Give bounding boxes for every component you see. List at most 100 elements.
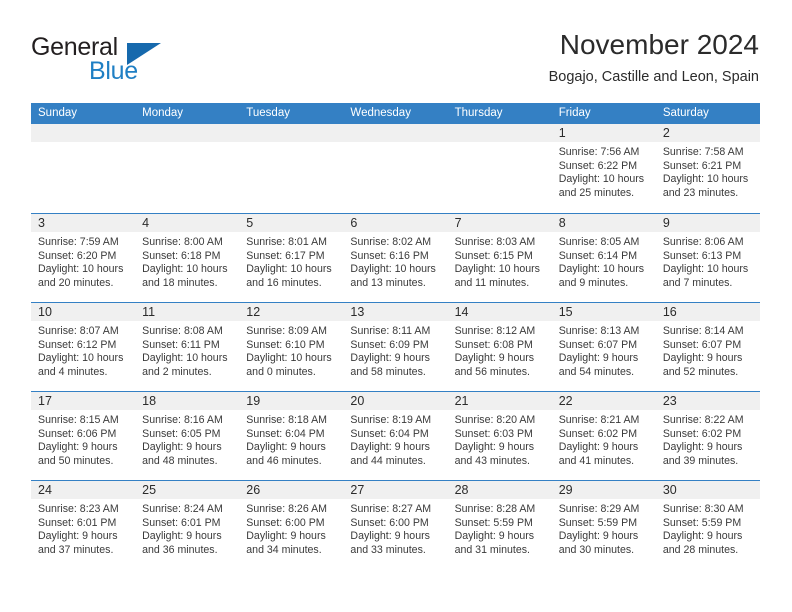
day-number-band [447,124,552,142]
week-row: 10 Sunrise: 8:07 AM Sunset: 6:12 PM Dayligh… [31,302,760,391]
day-cell[interactable]: 25 Sunrise: 8:24 AM Sunset: 6:01 PM Dayligh… [135,481,240,569]
sunrise-text: Sunrise: 8:19 AM [350,414,432,426]
day-info: Sunrise: 8:01 AM Sunset: 6:17 PM Daylight:… [239,232,343,290]
day-cell[interactable]: 20 Sunrise: 8:19 AM Sunset: 6:04 PM Dayligh… [343,392,448,480]
day-number-band: 24 [31,481,136,499]
day-info: Sunrise: 8:15 AM Sunset: 6:06 PM Daylight:… [31,410,135,468]
day-info: Sunrise: 8:30 AM Sunset: 5:59 PM Daylight:… [656,499,760,557]
day-number-band: 16 [655,303,760,321]
day-cell[interactable]: 6 Sunrise: 8:02 AM Sunset: 6:16 PM Daylight… [343,214,448,302]
sunset-text: Sunset: 6:01 PM [38,516,117,529]
day-number-band: 7 [447,214,552,232]
day-number-band: 14 [447,303,552,321]
day-number-band [135,124,240,142]
day-cell[interactable]: 11 Sunrise: 8:08 AM Sunset: 6:11 PM Dayligh… [135,303,240,391]
day-cell[interactable]: 28 Sunrise: 8:28 AM Sunset: 5:59 PM Dayligh… [447,481,552,569]
day-number: 6 [350,216,358,230]
day-number-band: 15 [551,303,656,321]
day-cell[interactable]: 4 Sunrise: 8:00 AM Sunset: 6:18 PM Daylight… [135,214,240,302]
day-info: Sunrise: 8:07 AM Sunset: 6:12 PM Daylight:… [31,321,135,379]
day-cell[interactable]: 22 Sunrise: 8:21 AM Sunset: 6:02 PM Dayligh… [551,392,656,480]
sunrise-text: Sunrise: 8:07 AM [38,325,119,337]
day-cell[interactable]: 16 Sunrise: 8:14 AM Sunset: 6:07 PM Dayligh… [655,303,760,391]
day-info: Sunrise: 8:27 AM Sunset: 6:00 PM Daylight:… [343,499,447,557]
day-cell[interactable]: 15 Sunrise: 8:13 AM Sunset: 6:07 PM Dayligh… [551,303,656,391]
day-info: Sunrise: 8:20 AM Sunset: 6:03 PM Daylight:… [448,410,552,468]
day-cell-empty [447,124,552,213]
daylight-text: Daylight: 9 hours and 44 minutes. [350,441,430,467]
sunset-text: Sunset: 5:59 PM [558,516,638,529]
day-cell[interactable]: 19 Sunrise: 8:18 AM Sunset: 6:04 PM Dayligh… [239,392,344,480]
day-number-band: 13 [343,303,448,321]
sunrise-text: Sunrise: 8:08 AM [142,325,223,337]
sunrise-text: Sunrise: 7:58 AM [662,146,744,158]
sunrise-text: Sunrise: 8:27 AM [350,503,432,515]
sunset-text: Sunset: 6:14 PM [558,249,638,262]
sunrise-text: Sunrise: 8:11 AM [350,325,431,337]
daylight-text: Daylight: 9 hours and 34 minutes. [246,530,326,556]
sunrise-text: Sunrise: 7:59 AM [38,236,119,248]
day-number-band: 12 [239,303,344,321]
day-info: Sunrise: 8:26 AM Sunset: 6:00 PM Daylight:… [239,499,343,557]
day-info: Sunrise: 7:58 AM Sunset: 6:21 PM Daylight:… [656,142,760,200]
day-cell[interactable]: 10 Sunrise: 8:07 AM Sunset: 6:12 PM Dayligh… [31,303,136,391]
day-number: 27 [350,483,365,497]
sunrise-text: Sunrise: 8:20 AM [454,414,536,426]
day-cell[interactable]: 13 Sunrise: 8:11 AM Sunset: 6:09 PM Dayligh… [343,303,448,391]
day-cell[interactable]: 1 Sunrise: 7:56 AM Sunset: 6:22 PM Daylight… [551,124,656,213]
day-info: Sunrise: 8:03 AM Sunset: 6:15 PM Daylight:… [448,232,552,290]
day-info: Sunrise: 8:12 AM Sunset: 6:08 PM Daylight:… [448,321,552,379]
daylight-text: Daylight: 9 hours and 48 minutes. [142,441,222,467]
day-cell[interactable]: 2 Sunrise: 7:58 AM Sunset: 6:21 PM Daylight… [655,124,760,213]
sunset-text: Sunset: 5:59 PM [454,516,533,529]
sunset-text: Sunset: 6:18 PM [142,249,221,262]
day-number: 13 [350,305,365,319]
daylight-text: Daylight: 10 hours and 0 minutes. [246,352,332,378]
sunrise-text: Sunrise: 8:24 AM [142,503,223,515]
brand-logo[interactable]: General Blue [31,33,261,95]
day-cell[interactable]: 23 Sunrise: 8:22 AM Sunset: 6:02 PM Dayligh… [655,392,760,480]
day-cell[interactable]: 7 Sunrise: 8:03 AM Sunset: 6:15 PM Daylight… [447,214,552,302]
daylight-text: Daylight: 9 hours and 58 minutes. [350,352,430,378]
sunset-text: Sunset: 6:21 PM [662,159,742,172]
calendar-page: General Blue November 2024 Bogajo, Casti… [0,0,792,612]
day-cell-empty [31,124,136,213]
day-number-band: 11 [135,303,240,321]
sunset-text: Sunset: 6:06 PM [38,427,117,440]
day-info: Sunrise: 8:13 AM Sunset: 6:07 PM Daylight:… [552,321,656,379]
day-info: Sunrise: 8:00 AM Sunset: 6:18 PM Daylight:… [135,232,239,290]
sunset-text: Sunset: 6:11 PM [142,338,220,351]
day-cell[interactable]: 12 Sunrise: 8:09 AM Sunset: 6:10 PM Dayligh… [239,303,344,391]
day-cell[interactable]: 8 Sunrise: 8:05 AM Sunset: 6:14 PM Daylight… [551,214,656,302]
day-cell-empty [343,124,448,213]
day-cell[interactable]: 17 Sunrise: 8:15 AM Sunset: 6:06 PM Dayligh… [31,392,136,480]
day-cell[interactable]: 27 Sunrise: 8:27 AM Sunset: 6:00 PM Dayligh… [343,481,448,569]
day-cell-empty [239,124,344,213]
day-number-band: 17 [31,392,136,410]
day-cell[interactable]: 18 Sunrise: 8:16 AM Sunset: 6:05 PM Dayligh… [135,392,240,480]
daylight-text: Daylight: 9 hours and 41 minutes. [558,441,639,467]
day-cell[interactable]: 24 Sunrise: 8:23 AM Sunset: 6:01 PM Dayligh… [31,481,136,569]
day-cell[interactable]: 5 Sunrise: 8:01 AM Sunset: 6:17 PM Daylight… [239,214,344,302]
day-number: 10 [38,305,52,319]
day-cell[interactable]: 9 Sunrise: 8:06 AM Sunset: 6:13 PM Daylight… [655,214,760,302]
day-cell[interactable]: 30 Sunrise: 8:30 AM Sunset: 5:59 PM Dayligh… [655,481,760,569]
sunrise-text: Sunrise: 8:29 AM [558,503,640,515]
sunrise-text: Sunrise: 8:30 AM [662,503,744,515]
week-row: 1 Sunrise: 7:56 AM Sunset: 6:22 PM Daylight… [31,124,760,213]
day-number-band: 26 [239,481,344,499]
day-cell[interactable]: 14 Sunrise: 8:12 AM Sunset: 6:08 PM Dayligh… [447,303,552,391]
sunrise-text: Sunrise: 8:01 AM [246,236,327,248]
day-cell[interactable]: 26 Sunrise: 8:26 AM Sunset: 6:00 PM Dayligh… [239,481,344,569]
day-cell[interactable]: 3 Sunrise: 7:59 AM Sunset: 6:20 PM Daylight… [31,214,136,302]
daylight-text: Daylight: 10 hours and 13 minutes. [350,263,436,289]
day-number-band: 30 [655,481,760,499]
sunset-text: Sunset: 6:12 PM [38,338,117,351]
day-cell[interactable]: 21 Sunrise: 8:20 AM Sunset: 6:03 PM Dayligh… [447,392,552,480]
day-number: 30 [662,483,677,497]
sunset-text: Sunset: 6:04 PM [246,427,325,440]
day-number: 18 [142,394,157,408]
daylight-text: Daylight: 9 hours and 28 minutes. [662,530,743,556]
day-cell[interactable]: 29 Sunrise: 8:29 AM Sunset: 5:59 PM Dayligh… [551,481,656,569]
day-info: Sunrise: 8:16 AM Sunset: 6:05 PM Daylight:… [135,410,239,468]
